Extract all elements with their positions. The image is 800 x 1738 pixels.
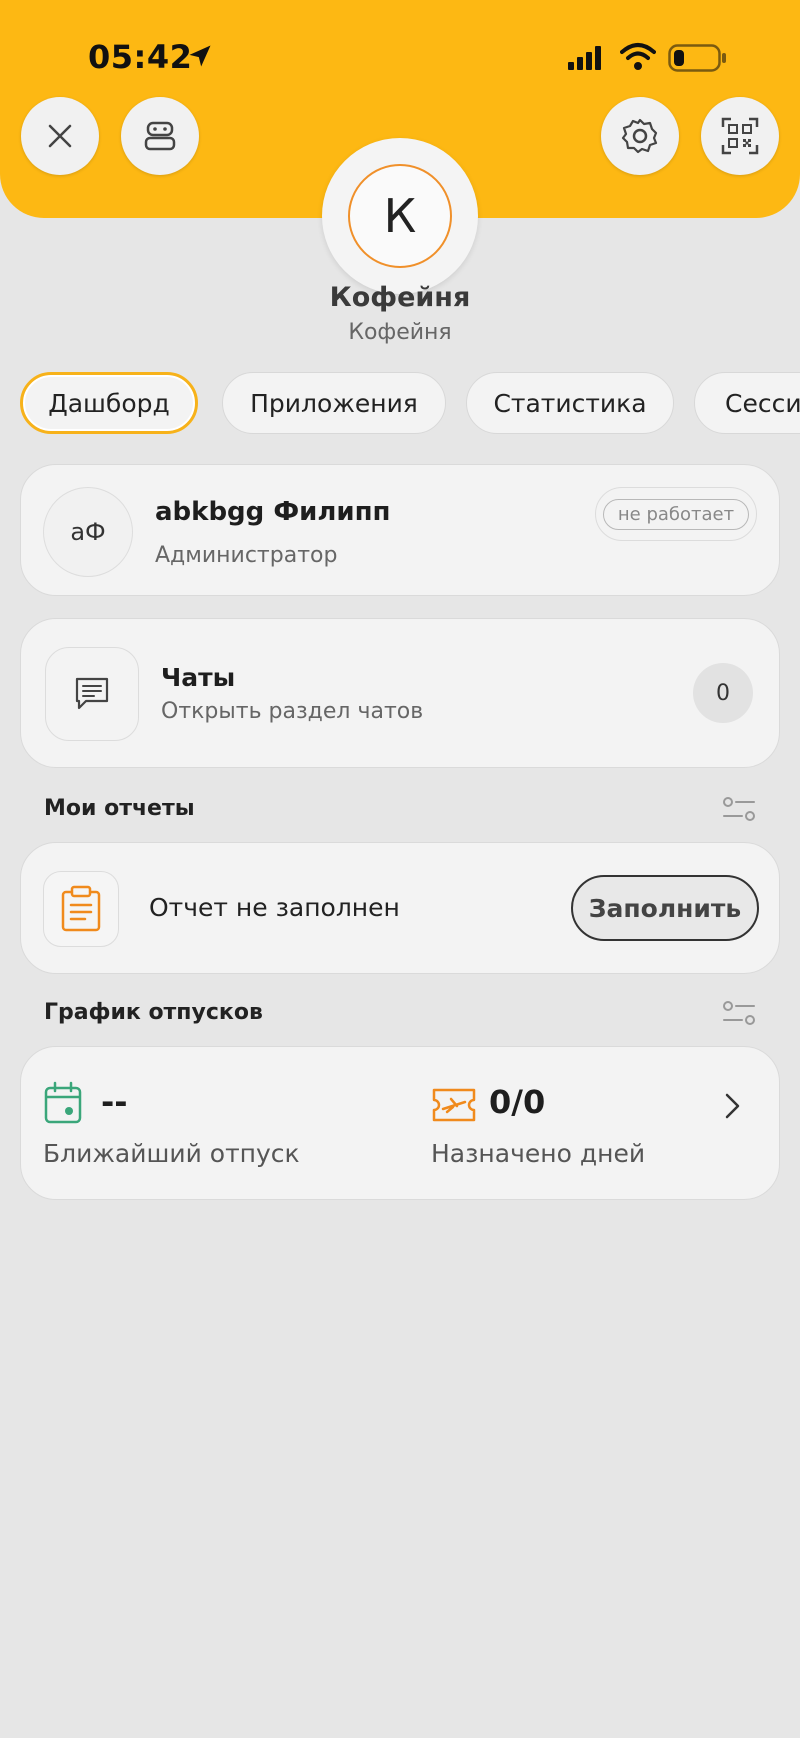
gear-icon <box>621 118 658 154</box>
work-status-badge: не работает <box>595 487 757 541</box>
org-subtitle: Кофейня <box>348 320 452 345</box>
reports-section-title: Мои отчеты <box>44 796 195 821</box>
qr-scan-button[interactable] <box>701 97 779 175</box>
calendar-icon <box>44 1081 82 1124</box>
signal-icon <box>568 46 601 70</box>
chats-subtitle: Открыть раздел чатов <box>161 699 424 724</box>
report-card: Отчет не заполнен Заполнить <box>20 842 780 974</box>
clipboard-icon <box>61 885 101 932</box>
chats-title: Чаты <box>161 663 236 692</box>
assigned-days-label: Назначено дней <box>431 1139 646 1168</box>
user-card[interactable]: аФ abkbgg Филипп Администратор не работа… <box>20 464 780 596</box>
close-button[interactable] <box>21 97 99 175</box>
chevron-right-icon <box>725 1093 740 1119</box>
org-avatar-letter: К <box>348 164 452 268</box>
settings-button[interactable] <box>601 97 679 175</box>
location-arrow-icon <box>189 45 211 67</box>
user-name: abkbgg Филипп <box>155 497 391 527</box>
org-avatar[interactable]: К <box>322 138 478 294</box>
nearest-vacation-value: -- <box>101 1083 128 1121</box>
tab-statistics[interactable]: Статистика <box>466 372 674 434</box>
qr-code-icon <box>721 117 759 155</box>
wifi-icon <box>620 43 656 70</box>
vacations-section-title: График отпусков <box>44 1000 263 1025</box>
vacations-filter-icon[interactable] <box>722 1000 756 1026</box>
plane-ticket-icon <box>432 1088 476 1122</box>
report-status-text: Отчет не заполнен <box>149 893 400 922</box>
nearest-vacation-label: Ближайший отпуск <box>43 1139 300 1168</box>
assigned-days-value: 0/0 <box>489 1083 546 1121</box>
tab-bar: Дашборд Приложения Статистика Сессии <box>18 370 800 436</box>
chats-card[interactable]: Чаты Открыть раздел чатов 0 <box>20 618 780 768</box>
org-name: Кофейня <box>329 282 471 313</box>
chat-icon-box <box>45 647 139 741</box>
assistant-button[interactable] <box>121 97 199 175</box>
tab-sessions[interactable]: Сессии <box>694 372 800 434</box>
battery-icon <box>668 44 726 72</box>
close-icon <box>48 124 72 148</box>
tab-apps[interactable]: Приложения <box>222 372 446 434</box>
work-status-text: не работает <box>602 498 750 530</box>
status-time: 05:42 <box>88 38 193 76</box>
fill-report-button[interactable]: Заполнить <box>571 875 759 941</box>
tab-dashboard[interactable]: Дашборд <box>20 372 198 434</box>
robot-icon <box>144 121 176 151</box>
report-icon-box <box>43 871 119 947</box>
chat-bubble-icon <box>75 677 109 710</box>
vacation-card[interactable]: -- Ближайший отпуск 0/0 Назначено дней <box>20 1046 780 1200</box>
user-role: Администратор <box>155 543 338 568</box>
reports-filter-icon[interactable] <box>722 796 756 822</box>
chats-count-badge: 0 <box>693 663 753 723</box>
user-avatar: аФ <box>43 487 133 577</box>
